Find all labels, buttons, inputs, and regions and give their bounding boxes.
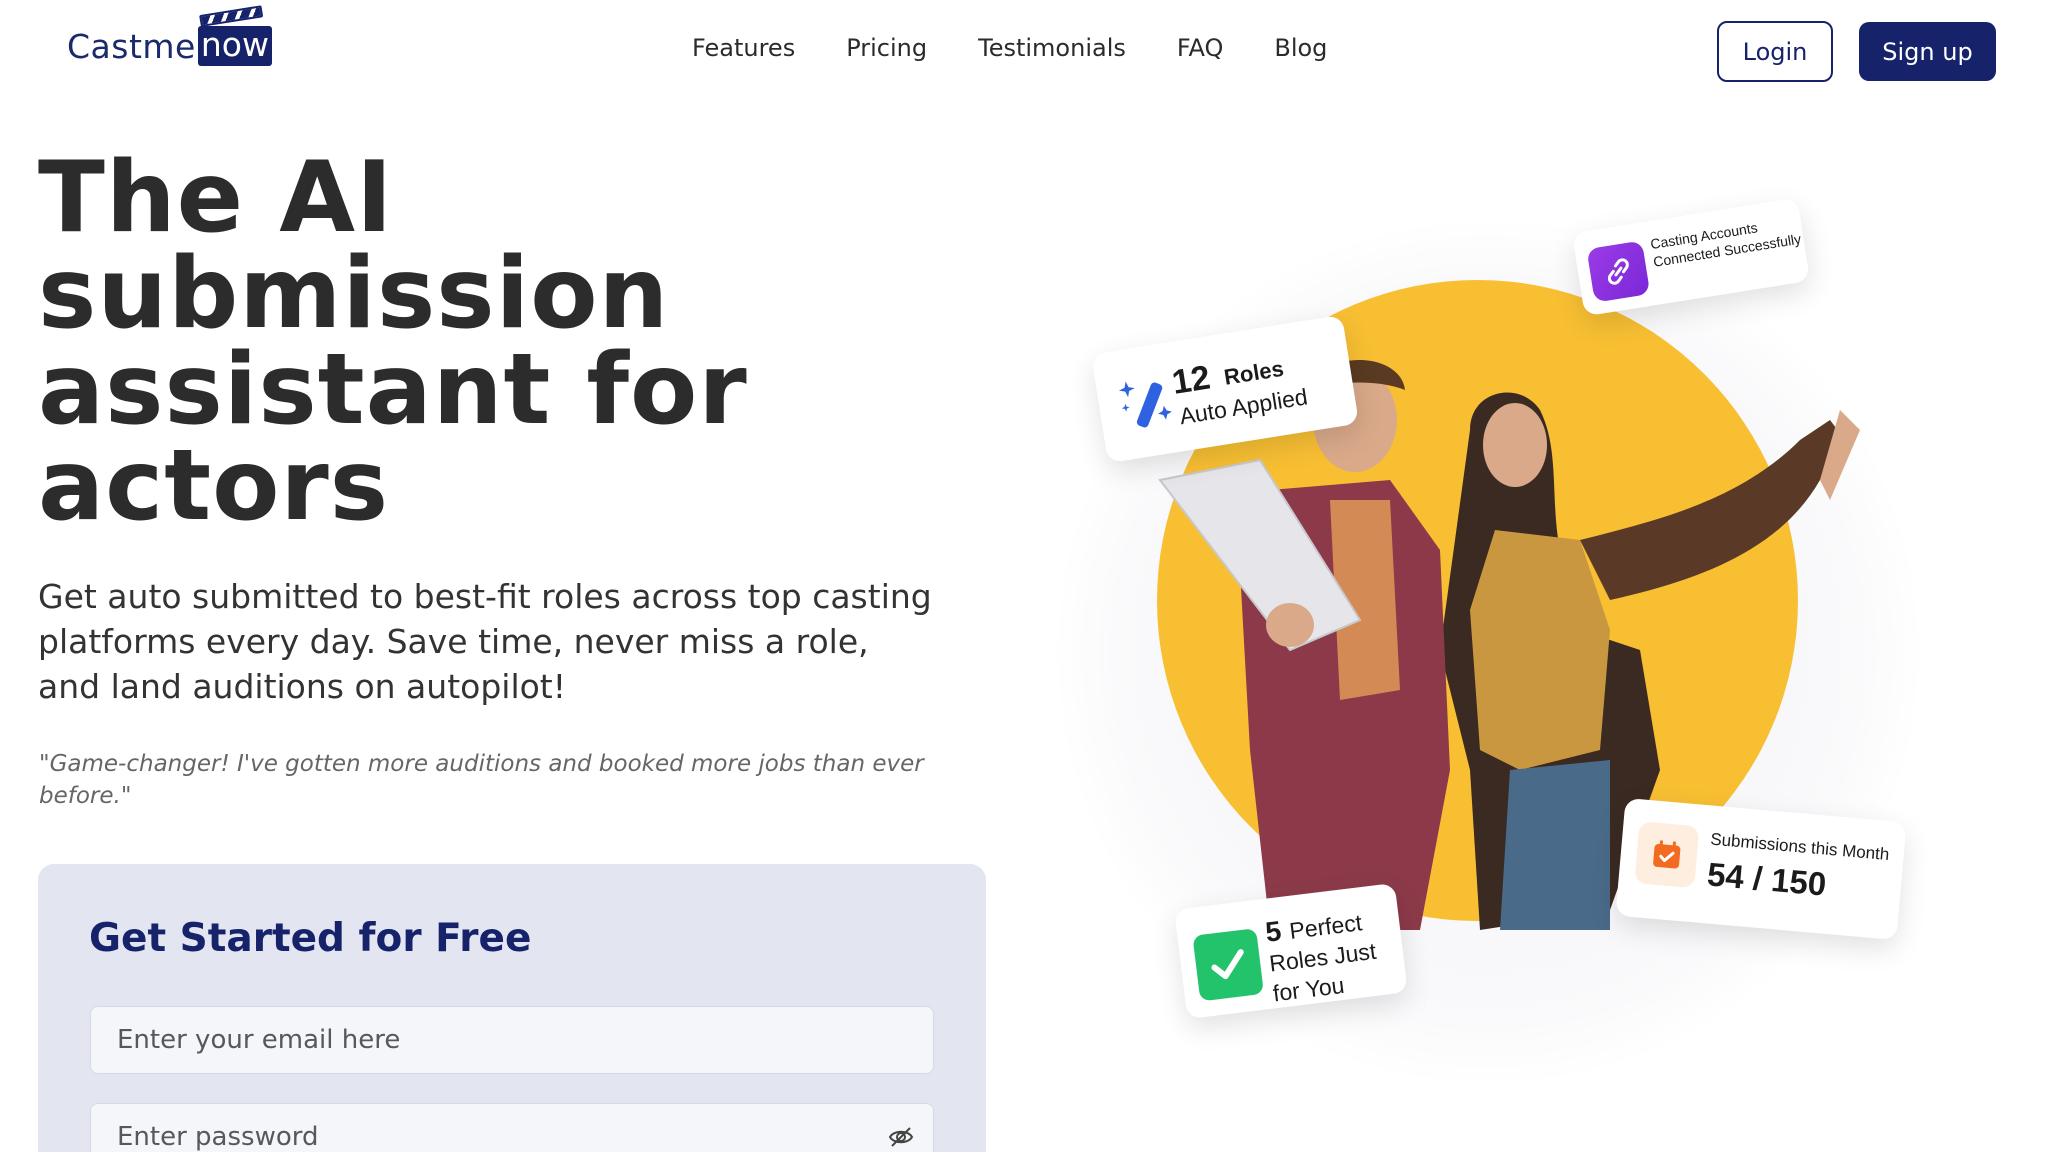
link-icon: [1586, 240, 1651, 303]
logo-text: Castme: [67, 27, 196, 66]
logo-now-text: now: [197, 26, 272, 66]
casting-accounts-card: Casting Accounts Connected Successfully: [1571, 197, 1811, 317]
clapperboard-icon: [198, 5, 264, 27]
top-nav: Castme now Features Pricing Testimonials…: [0, 0, 2048, 100]
nav-links: Features Pricing Testimonials FAQ Blog: [692, 34, 1378, 62]
email-input[interactable]: [90, 1006, 934, 1074]
nav-link-features[interactable]: Features: [692, 34, 795, 62]
check-icon: [1192, 928, 1264, 1002]
testimonial-quote: "Game-changer! I've gotten more audition…: [39, 751, 924, 809]
submissions-card: Submissions this Month 54 / 150: [1615, 797, 1907, 941]
password-input[interactable]: [90, 1103, 934, 1152]
roles-word: Roles: [1222, 355, 1286, 390]
nav-link-pricing[interactable]: Pricing: [846, 34, 927, 62]
casting-accounts-text: Casting Accounts Connected Successfully: [1649, 219, 1803, 270]
brand-logo[interactable]: Castme now: [67, 5, 272, 66]
login-button[interactable]: Login: [1717, 21, 1833, 82]
eye-off-icon[interactable]: [888, 1126, 914, 1148]
signup-button[interactable]: Sign up: [1859, 22, 1996, 81]
nav-link-faq[interactable]: FAQ: [1177, 34, 1224, 62]
nav-link-testimonials[interactable]: Testimonials: [978, 34, 1126, 62]
calendar-check-icon: [1634, 821, 1700, 889]
submissions-value: 54 / 150: [1705, 855, 1828, 903]
perfect-roles-text: Perfect Roles Just for You: [1267, 909, 1378, 1007]
logo-now-box: now: [197, 5, 272, 66]
form-title: Get Started for Free: [89, 916, 532, 961]
roles-count: 12: [1169, 358, 1213, 402]
hero-title: The AI submission assistant for actors: [38, 141, 748, 543]
hero-subtitle: Get auto submitted to best-fit roles acr…: [38, 577, 932, 706]
nav-link-blog[interactable]: Blog: [1274, 34, 1327, 62]
signup-form-card: Get Started for Free: [38, 864, 986, 1152]
